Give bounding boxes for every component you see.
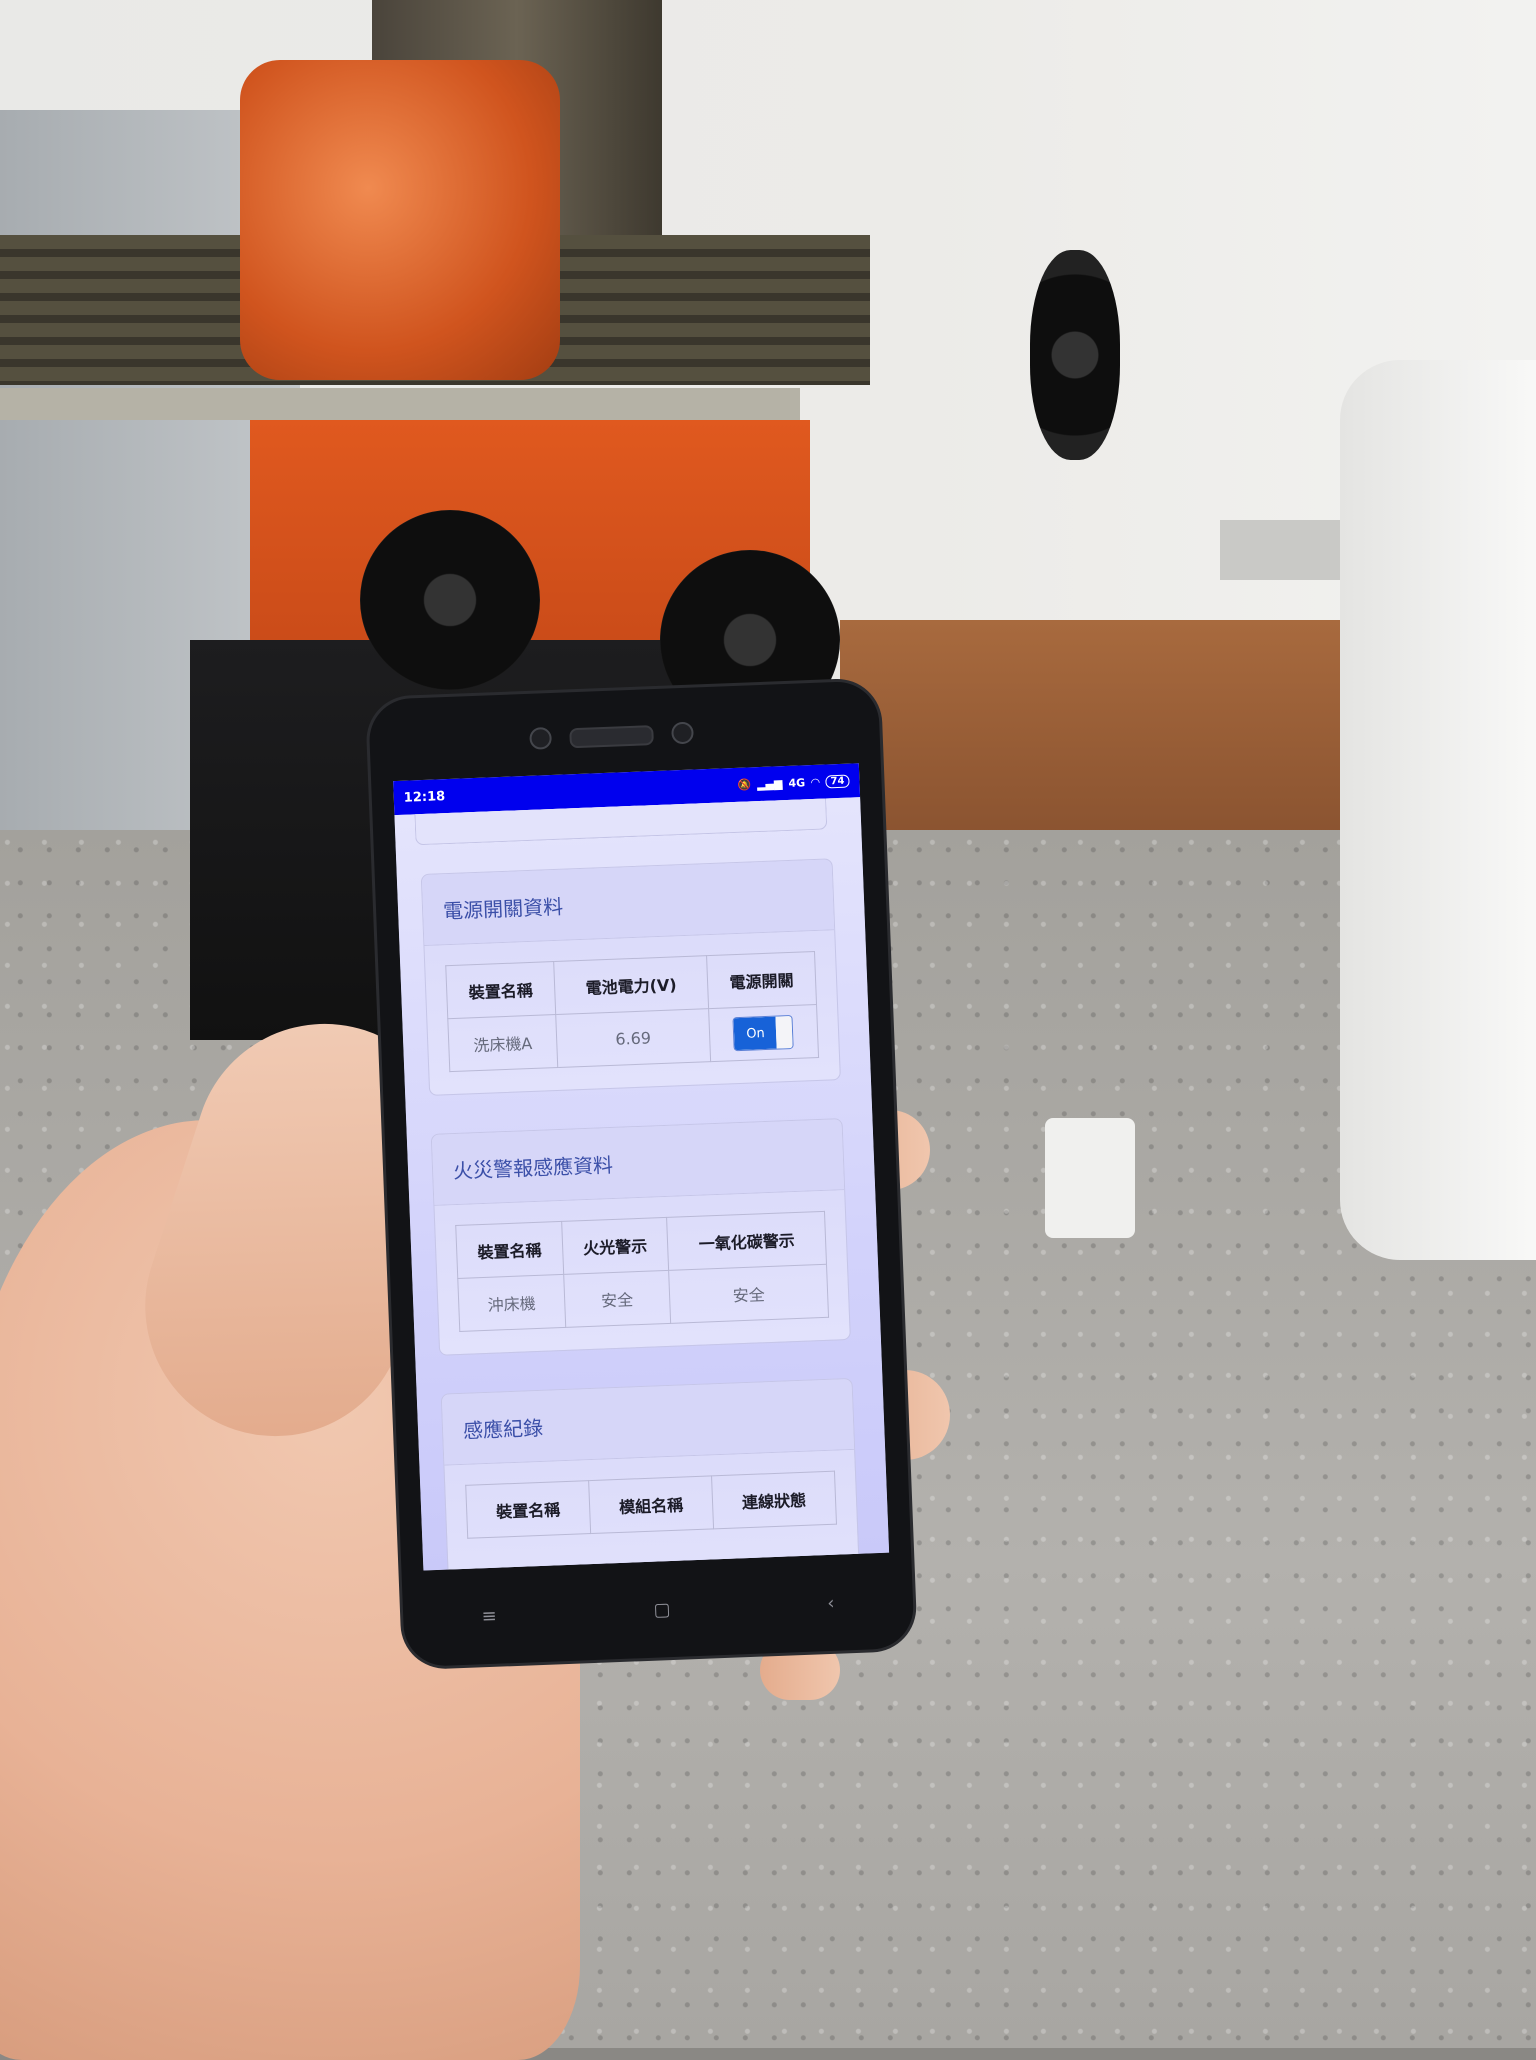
handwheel [360,510,540,690]
power-strip [1045,1118,1135,1238]
log-table: 裝置名稱 模組名稱 連線狀態 [465,1471,837,1539]
column-header: 裝置名稱 [455,1221,564,1279]
column-header: 火光警示 [561,1217,669,1275]
column-header: 裝置名稱 [445,961,556,1019]
android-nav-bar: ≡ ▢ ‹ [401,1552,914,1668]
battery-icon: 74 [825,774,850,788]
device-name-cell: 沖床機 [457,1274,566,1332]
sensor-log-card: 感應紀錄 裝置名稱 模組名稱 連線狀態 [440,1377,861,1571]
back-icon[interactable]: ‹ [827,1592,835,1613]
menu-icon[interactable]: ≡ [481,1605,497,1627]
column-header: 電池電力(V) [553,955,709,1015]
smartphone: 12:18 🔕 ▂▄▆ 4G ◠ 74 電源開關資料 裝置名稱 電池電力(V) … [368,680,915,1668]
column-header: 電源開關 [706,951,817,1009]
milling-machine-rail [0,388,800,420]
column-header: 一氧化碳警示 [666,1211,827,1271]
card-title: 感應紀錄 [441,1378,855,1466]
co-status-cell: 安全 [668,1264,829,1324]
flame-status-cell: 安全 [563,1270,671,1328]
voltage-cell: 6.69 [555,1008,711,1068]
table-header-row: 裝置名稱 模組名稱 連線狀態 [465,1471,837,1539]
fire-alarm-card: 火災警報感應資料 裝置名稱 火光警示 一氧化碳警示 沖床機 安全 安全 [430,1118,851,1356]
network-label: 4G [788,775,806,790]
home-icon[interactable]: ▢ [653,1599,671,1621]
power-table: 裝置名稱 電池電力(V) 電源開關 洗床機A 6.69 On [445,951,819,1072]
front-camera-icon [529,726,553,750]
handwheel [1030,250,1120,460]
plastic-canister [1340,360,1536,1260]
toggle-label: On [733,1016,778,1051]
device-name-cell: 洗床機A [447,1014,558,1072]
earpiece-speaker [569,725,654,749]
status-icons: 🔕 ▂▄▆ 4G ◠ 74 [737,774,850,791]
signal-icon: ▂▄▆ [756,776,783,791]
mute-bell-icon: 🔕 [737,777,752,792]
app-content[interactable]: 電源開關資料 裝置名稱 電池電力(V) 電源開關 洗床機A 6.69 On 火災… [394,797,890,1571]
orange-vise [240,60,560,380]
fire-table: 裝置名稱 火光警示 一氧化碳警示 沖床機 安全 安全 [455,1211,829,1332]
switch-cell: On [708,1004,819,1062]
card-title: 電源開關資料 [421,859,835,947]
wifi-icon: ◠ [810,775,820,789]
card-title: 火災警報感應資料 [431,1119,845,1206]
power-switch-card: 電源開關資料 裝置名稱 電池電力(V) 電源開關 洗床機A 6.69 On [420,858,841,1096]
column-header: 連線狀態 [711,1471,837,1529]
power-toggle[interactable]: On [732,1014,795,1052]
wood-baseboard [840,620,1400,840]
column-header: 裝置名稱 [465,1480,591,1539]
status-time: 12:18 [403,788,446,806]
phone-screen: 12:18 🔕 ▂▄▆ 4G ◠ 74 電源開關資料 裝置名稱 電池電力(V) … [393,763,890,1571]
sensor-icon [671,721,694,745]
toggle-knob[interactable] [775,1015,794,1049]
column-header: 模組名稱 [588,1475,714,1534]
